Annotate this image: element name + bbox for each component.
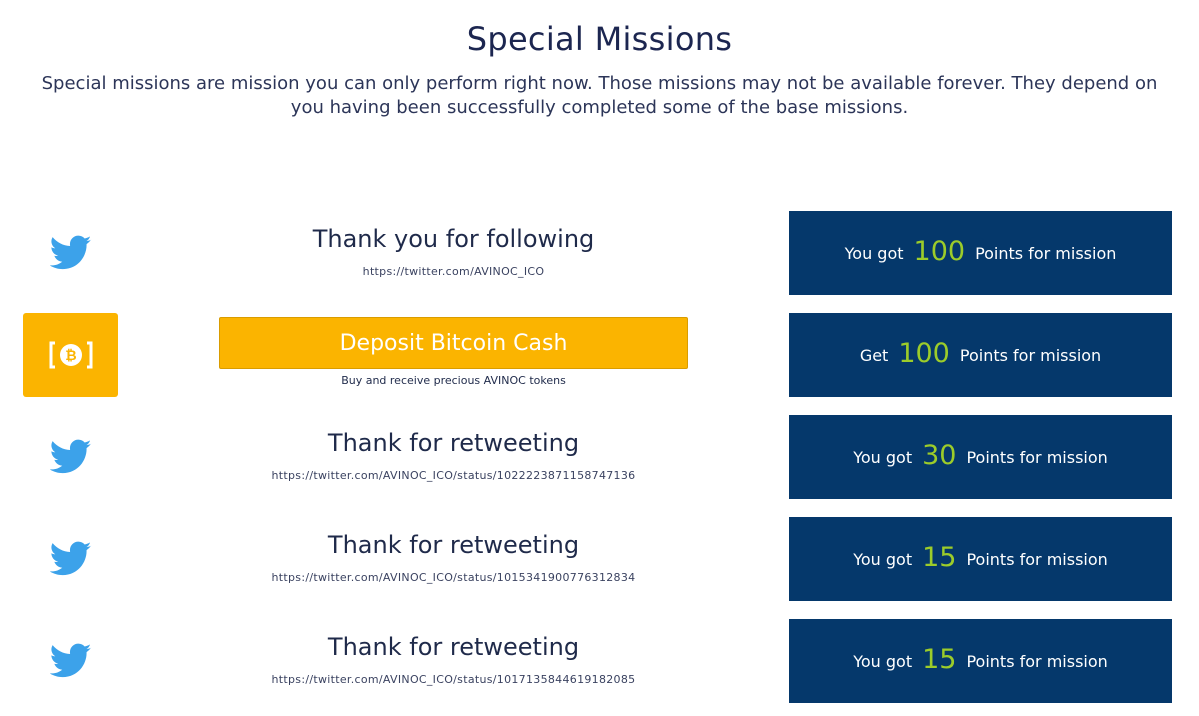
points-suffix: Points for mission <box>959 345 1102 365</box>
points-suffix: Points for mission <box>966 651 1108 671</box>
deposit-bitcoin-cash-button[interactable]: Deposit Bitcoin Cash <box>219 317 688 369</box>
page-title: Special Missions <box>466 20 733 58</box>
mission-row-deposit: ₿ Deposit Bitcoin Cash Buy and receive p… <box>0 313 1199 397</box>
mission-url[interactable]: https://twitter.com/AVINOC_ICO/status/10… <box>219 571 688 584</box>
points-value: 100 <box>898 337 950 369</box>
points-value: 100 <box>913 235 966 267</box>
twitter-icon <box>23 211 118 295</box>
points-panel: You got 15 Points for mission <box>789 517 1172 601</box>
points-suffix: Points for mission <box>966 447 1108 467</box>
mission-title: Thank for retweeting <box>327 633 580 661</box>
page-description: Special missions are mission you can onl… <box>41 73 1158 118</box>
bitcoin-cash-icon: ₿ <box>23 313 118 397</box>
points-prefix: You got <box>844 243 904 263</box>
points-panel: You got 30 Points for mission <box>789 415 1172 499</box>
mission-url[interactable]: https://twitter.com/AVINOC_ICO <box>219 265 688 278</box>
points-panel: You got 15 Points for mission <box>789 619 1172 703</box>
twitter-icon <box>23 517 118 601</box>
svg-text:₿: ₿ <box>65 348 76 364</box>
points-suffix: Points for mission <box>966 549 1108 569</box>
points-panel: Get 100 Points for mission <box>789 313 1172 397</box>
deposit-subtitle: Buy and receive precious AVINOC tokens <box>341 374 566 387</box>
twitter-icon <box>23 415 118 499</box>
mission-row-follow: Thank you for following https://twitter.… <box>0 211 1199 295</box>
points-prefix: You got <box>853 549 913 569</box>
twitter-icon <box>23 619 118 703</box>
mission-row-retweet: Thank for retweeting https://twitter.com… <box>0 619 1199 703</box>
mission-url[interactable]: https://twitter.com/AVINOC_ICO/status/10… <box>219 469 688 482</box>
mission-title: Thank you for following <box>312 225 595 253</box>
points-value: 30 <box>922 439 957 471</box>
points-panel: You got 100 Points for mission <box>789 211 1172 295</box>
mission-title: Thank for retweeting <box>327 531 580 559</box>
mission-row-retweet: Thank for retweeting https://twitter.com… <box>0 517 1199 601</box>
mission-title: Thank for retweeting <box>327 429 580 457</box>
points-prefix: Get <box>859 345 889 365</box>
mission-url[interactable]: https://twitter.com/AVINOC_ICO/status/10… <box>219 673 688 686</box>
points-value: 15 <box>922 643 957 675</box>
points-prefix: You got <box>853 447 913 467</box>
points-value: 15 <box>922 541 957 573</box>
points-prefix: You got <box>853 651 913 671</box>
points-suffix: Points for mission <box>975 243 1117 263</box>
mission-row-retweet: Thank for retweeting https://twitter.com… <box>0 415 1199 499</box>
